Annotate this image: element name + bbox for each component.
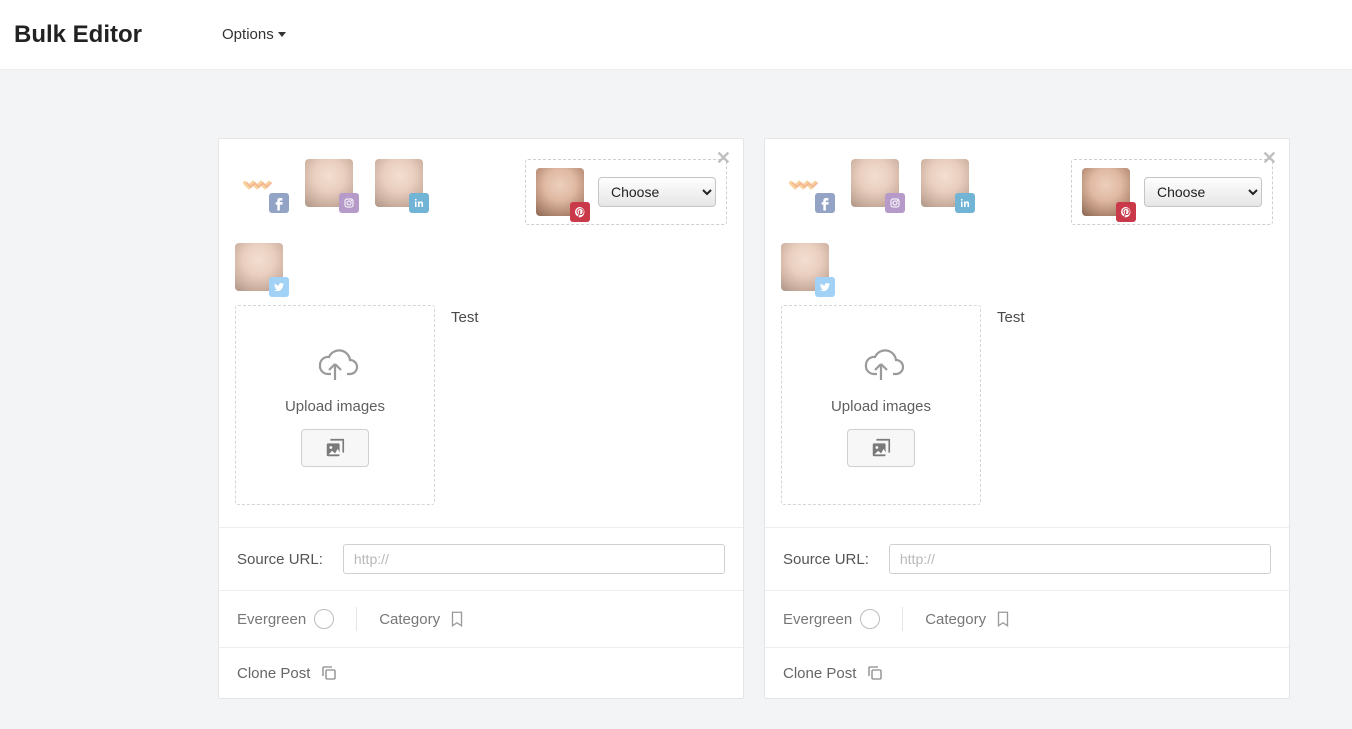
- profile-avatar[interactable]: [375, 159, 423, 207]
- source-url-input[interactable]: [343, 544, 725, 574]
- upload-dropzone[interactable]: Upload images: [781, 305, 981, 505]
- board-select[interactable]: Choose: [1144, 177, 1262, 207]
- evergreen-toggle[interactable]: Evergreen: [237, 609, 334, 629]
- caret-down-icon: [278, 32, 286, 37]
- evergreen-label: Evergreen: [237, 611, 306, 628]
- source-url-input[interactable]: [889, 544, 1271, 574]
- page-title: Bulk Editor: [14, 21, 142, 49]
- separator: [356, 607, 357, 631]
- separator: [902, 607, 903, 631]
- profile-avatar[interactable]: [1082, 168, 1130, 216]
- meta-row: Evergreen Category: [219, 591, 743, 648]
- source-url-label: Source URL:: [237, 551, 323, 568]
- meta-row: Evergreen Category: [765, 591, 1289, 648]
- twitter-icon: [269, 277, 289, 297]
- pinterest-board-chooser: Choose: [525, 159, 727, 225]
- clone-post-button[interactable]: Clone Post: [765, 648, 1289, 698]
- clone-label: Clone Post: [237, 665, 310, 682]
- close-icon[interactable]: ✕: [1262, 149, 1277, 167]
- category-label: Category: [379, 611, 440, 628]
- profile-avatar[interactable]: [305, 159, 353, 207]
- toggle-circle-icon: [860, 609, 880, 629]
- profile-avatar[interactable]: [536, 168, 584, 216]
- workspace: ✕: [0, 70, 1352, 729]
- post-content-text[interactable]: Test: [435, 305, 479, 505]
- post-card: ✕: [218, 138, 744, 699]
- instagram-icon: [339, 193, 359, 213]
- profiles-row: Choose: [219, 139, 743, 291]
- source-url-row: Source URL:: [765, 528, 1289, 591]
- topbar: Bulk Editor Options: [0, 0, 1352, 70]
- copy-icon: [866, 664, 884, 682]
- upload-dropzone[interactable]: Upload images: [235, 305, 435, 505]
- pinterest-icon: [570, 202, 590, 222]
- category-picker[interactable]: Category: [925, 610, 1012, 628]
- post-content-text[interactable]: Test: [981, 305, 1025, 505]
- profile-avatar[interactable]: [781, 243, 829, 291]
- copy-icon: [320, 664, 338, 682]
- facebook-icon: [815, 193, 835, 213]
- queue-profile-icon[interactable]: [781, 159, 829, 207]
- category-picker[interactable]: Category: [379, 610, 466, 628]
- profile-avatar[interactable]: [921, 159, 969, 207]
- close-icon[interactable]: ✕: [716, 149, 731, 167]
- options-label: Options: [222, 26, 274, 43]
- pinterest-icon: [1116, 202, 1136, 222]
- facebook-icon: [269, 193, 289, 213]
- clone-label: Clone Post: [783, 665, 856, 682]
- queue-profile-icon[interactable]: [235, 159, 283, 207]
- profile-avatar[interactable]: [235, 243, 283, 291]
- upload-label: Upload images: [285, 398, 385, 415]
- evergreen-label: Evergreen: [783, 611, 852, 628]
- gallery-icon: [324, 437, 346, 459]
- options-dropdown[interactable]: Options: [222, 26, 286, 43]
- twitter-icon: [815, 277, 835, 297]
- board-select[interactable]: Choose: [598, 177, 716, 207]
- image-picker-button[interactable]: [301, 429, 369, 467]
- cloud-upload-icon: [311, 344, 359, 384]
- clone-post-button[interactable]: Clone Post: [219, 648, 743, 698]
- category-label: Category: [925, 611, 986, 628]
- evergreen-toggle[interactable]: Evergreen: [783, 609, 880, 629]
- instagram-icon: [885, 193, 905, 213]
- bookmark-icon: [994, 610, 1012, 628]
- cloud-upload-icon: [857, 344, 905, 384]
- profile-avatar[interactable]: [851, 159, 899, 207]
- post-card: ✕: [764, 138, 1290, 699]
- profiles-row: Choose: [765, 139, 1289, 291]
- gallery-icon: [870, 437, 892, 459]
- linkedin-icon: [955, 193, 975, 213]
- upload-label: Upload images: [831, 398, 931, 415]
- linkedin-icon: [409, 193, 429, 213]
- source-url-label: Source URL:: [783, 551, 869, 568]
- toggle-circle-icon: [314, 609, 334, 629]
- bookmark-icon: [448, 610, 466, 628]
- image-picker-button[interactable]: [847, 429, 915, 467]
- source-url-row: Source URL:: [219, 528, 743, 591]
- pinterest-board-chooser: Choose: [1071, 159, 1273, 225]
